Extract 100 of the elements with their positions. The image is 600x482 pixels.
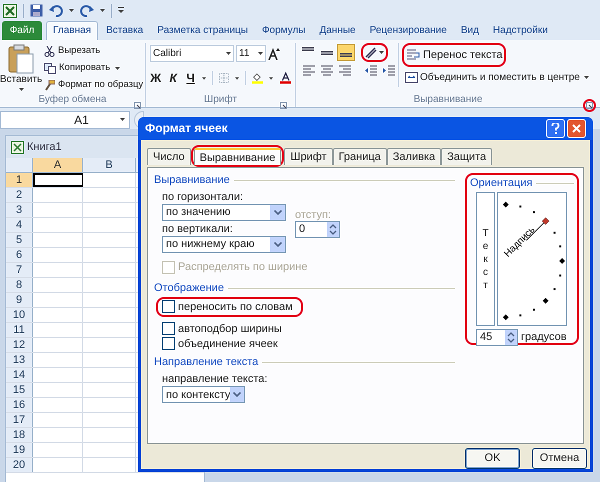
caret-icon [269,76,274,80]
row-header[interactable]: 14 [6,368,33,382]
name-box[interactable]: A1 [0,110,130,128]
row-header[interactable]: 16 [6,398,33,412]
align-left-icon[interactable] [303,65,315,76]
wrap-text-button[interactable]: Перенос текста [404,47,506,63]
redo-icon[interactable] [80,4,94,16]
copy-button[interactable]: Копировать [44,60,144,76]
question-mark-icon [551,122,560,134]
caret-icon [226,52,231,55]
italic-button[interactable]: К [167,69,179,87]
underline-button[interactable]: Ч [184,69,196,87]
file-menu-button[interactable]: Файл [2,21,42,40]
close-button[interactable] [567,118,586,138]
row-header[interactable]: 1 [6,173,33,187]
group-label: Буфер обмена [38,94,106,106]
font-color-icon[interactable] [280,71,291,85]
close-icon [572,124,581,133]
dialog-tab[interactable]: Шрифт [284,148,333,165]
row-header[interactable]: 4 [6,218,33,232]
caret-icon [69,9,74,12]
row-header[interactable]: 13 [6,353,33,367]
vertical-align-dropdown[interactable]: по нижнему краю [162,236,286,253]
bold-button[interactable]: Ж [150,69,162,87]
ok-button[interactable]: OK [465,448,520,469]
checkbox[interactable] [162,322,175,336]
vertical-align-button[interactable] [337,44,355,61]
dialog-tab[interactable]: Заливка [386,148,442,165]
workbook-title: Книга1 [27,140,62,155]
checkbox[interactable] [162,337,175,350]
row-header[interactable]: 7 [6,263,33,277]
borders-icon[interactable] [219,72,230,84]
spin-field[interactable]: 0 [295,221,340,238]
dialog-tab[interactable]: Защита [441,148,492,165]
help-button[interactable] [546,118,565,138]
font-size-dropdown[interactable]: 11 [236,45,266,62]
selected-cell[interactable] [33,173,83,187]
dialog-launcher-icon[interactable] [280,102,287,110]
row-header[interactable]: 2 [6,188,33,202]
dialog-launcher-icon[interactable] [586,102,593,110]
ribbon-tab[interactable]: Формулы [256,21,312,40]
merge-center-button[interactable]: Объединить и поместить в центре [402,68,592,86]
caret-icon [202,76,206,80]
ribbon-tab[interactable]: Разметка страницы [151,21,254,40]
dialog-tab[interactable]: Число [147,148,191,165]
section-title: Ориентация [470,176,532,191]
fill-color-icon[interactable] [252,71,264,85]
dialog-launcher-icon[interactable] [134,102,141,110]
grow-font-icon[interactable] [268,48,280,60]
spin-field[interactable]: 45 [476,329,518,346]
ribbon-tab[interactable]: Данные [313,21,362,40]
customize-toolbar-icon[interactable] [118,7,124,14]
row-header[interactable]: 20 [6,458,33,472]
increase-indent-icon[interactable] [383,65,395,76]
ribbon-tab[interactable]: Надстройки [486,21,554,40]
copy-icon [44,62,56,74]
caret-icon [379,51,384,54]
field-label: по вертикали: [162,222,234,236]
decrease-indent-icon[interactable] [365,65,377,76]
font-name-dropdown[interactable]: Calibri [150,45,234,62]
row-header[interactable]: 10 [6,308,33,322]
caret-icon [18,88,24,91]
caret-icon [258,52,263,55]
ribbon-tab[interactable]: Рецензирование [364,21,453,40]
wrap-text-icon [407,49,420,61]
dialog-tab[interactable]: Граница [332,148,387,165]
row-header[interactable]: 8 [6,278,33,292]
dialog-tab[interactable]: Выравнивание [194,148,282,165]
ribbon-tab[interactable]: Главная [46,21,98,40]
paste-button[interactable]: Вставить [0,43,42,94]
row-header[interactable]: 12 [6,338,33,352]
cancel-button[interactable]: Отмена [532,448,587,469]
row-header[interactable]: 9 [6,293,33,307]
row-header[interactable]: 19 [6,443,33,457]
row-header[interactable]: 3 [6,203,33,217]
format-painter-button[interactable]: Формат по образцу [44,77,144,93]
caret-icon [120,118,125,121]
ribbon-tab[interactable]: Вставка [100,21,150,40]
row-header[interactable]: 17 [6,413,33,427]
undo-icon[interactable] [49,4,63,16]
field-label: направление текста: [162,372,268,386]
text-direction-dropdown[interactable]: по контексту [162,386,245,404]
row-header[interactable]: 5 [6,233,33,247]
cut-button[interactable]: Вырезать [44,43,144,59]
caret-icon [115,66,120,70]
align-center-icon[interactable] [321,65,333,76]
row-header[interactable]: 6 [6,248,33,262]
row-header[interactable]: 15 [6,383,33,397]
save-icon[interactable] [30,4,43,17]
checkbox[interactable] [162,300,175,314]
column-header[interactable]: A [33,158,83,172]
vertical-text-button[interactable]: Текст [476,192,495,326]
row-header[interactable]: 18 [6,428,33,442]
align-right-icon[interactable] [339,65,351,76]
workbook-icon [11,140,24,154]
ribbon-tab[interactable]: Вид [454,21,485,40]
spinner-arrows-icon [505,330,517,345]
horizontal-align-dropdown[interactable]: по значению [162,204,286,221]
row-header[interactable]: 11 [6,323,33,337]
column-header[interactable]: B [83,158,136,172]
